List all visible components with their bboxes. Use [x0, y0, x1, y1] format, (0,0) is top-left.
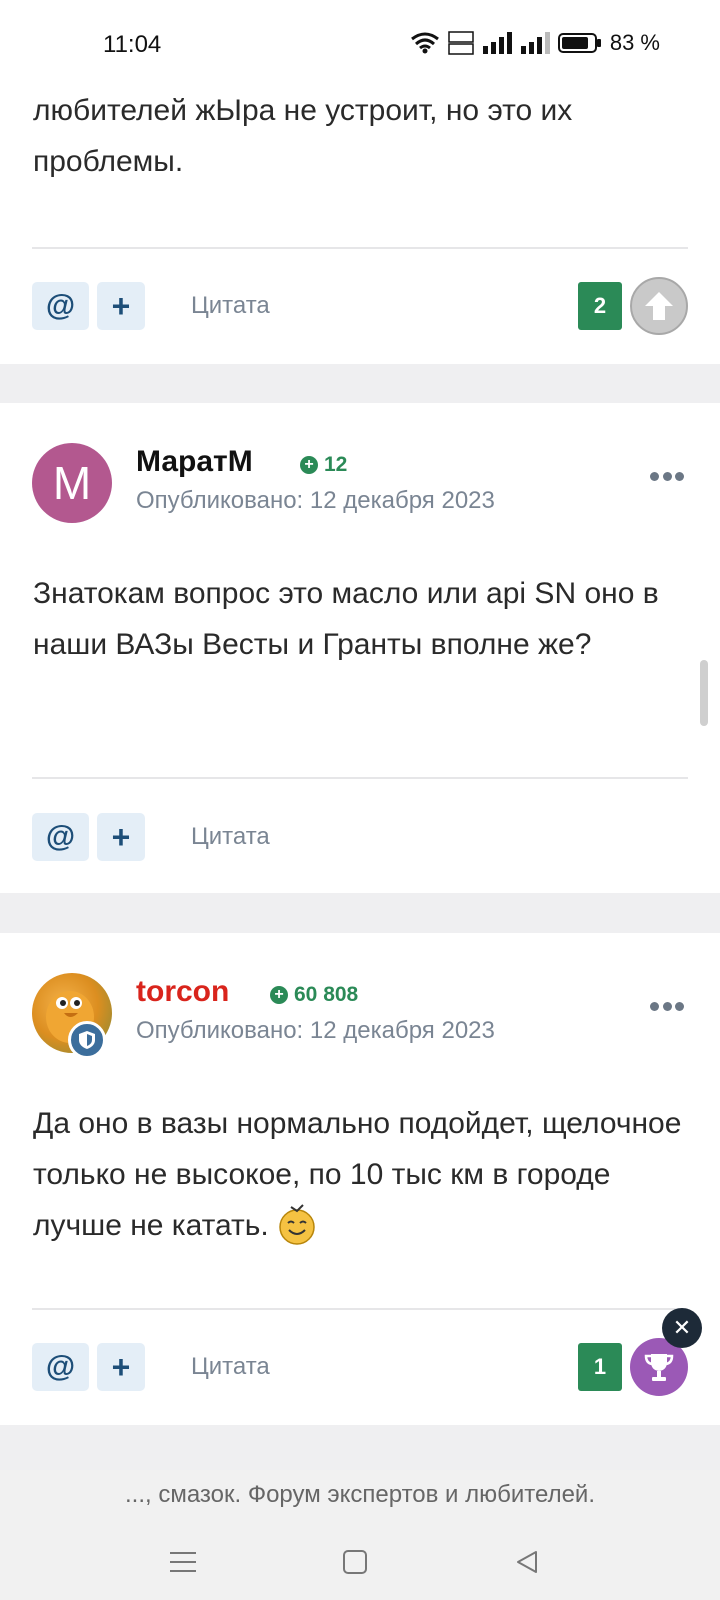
status-bar: 11:04 83 % — [0, 0, 720, 90]
author-reputation: + 12 — [300, 453, 347, 477]
mention-button[interactable]: @ — [32, 813, 89, 861]
wifi-icon — [410, 32, 439, 54]
post-body: Да оно в вазы нормально подойдет, щелочн… — [33, 1098, 693, 1251]
plus-circle-icon: + — [270, 986, 288, 1004]
post-card: M МаратМ + 12 Опубликовано: 12 декабря 2… — [0, 403, 720, 893]
multiquote-add-button[interactable]: + — [97, 282, 145, 330]
mention-button[interactable]: @ — [32, 1343, 89, 1391]
system-nav-bar — [0, 1520, 720, 1600]
quote-button[interactable]: Цитата — [191, 292, 270, 320]
back-triangle-icon — [517, 1551, 537, 1573]
quote-button[interactable]: Цитата — [191, 823, 270, 851]
square-icon — [343, 1550, 367, 1574]
smiley-emoji-icon — [279, 1204, 315, 1245]
status-time: 11:04 — [103, 31, 162, 58]
multiquote-add-button[interactable]: + — [97, 1343, 145, 1391]
menu-icon — [170, 1552, 196, 1572]
author-reputation-value: 60 808 — [294, 983, 359, 1006]
post-body: Знатокам вопрос это масло или api SN оно… — [33, 577, 659, 661]
status-icons: 83 % — [410, 30, 660, 56]
signal-icon-1 — [482, 32, 512, 54]
battery-icon — [557, 33, 601, 53]
author-reputation-value: 12 — [324, 453, 348, 476]
back-button[interactable] — [507, 1542, 547, 1582]
trophy-icon — [644, 1354, 674, 1381]
author-name[interactable]: МаратМ — [136, 445, 253, 479]
volte-icon — [448, 31, 474, 55]
post-actions: @ + Цитата — [32, 813, 688, 861]
scrollbar-thumb[interactable] — [700, 660, 708, 726]
page-title-banner: ..., смазок. Форум экспертов и любителей… — [0, 1470, 720, 1520]
post-card: torcon + 60 808 Опубликовано: 12 декабря… — [0, 933, 720, 1425]
author-row: M МаратМ + 12 Опубликовано: 12 декабря 2… — [32, 443, 692, 523]
upvote-button[interactable] — [630, 277, 688, 335]
post-actions: @ + Цитата 1 — [32, 1338, 688, 1396]
arrow-up-icon — [645, 292, 673, 320]
avatar[interactable]: M — [32, 443, 112, 523]
multiquote-add-button[interactable]: + — [97, 813, 145, 861]
battery-level: 83 % — [609, 30, 660, 55]
post-date: Опубликовано: 12 декабря 2023 — [136, 487, 495, 514]
reputation-count: 2 — [578, 282, 622, 330]
plus-circle-icon: + — [300, 456, 318, 474]
reputation-count: 1 — [578, 1343, 622, 1391]
signal-icon-2 — [520, 32, 550, 54]
close-icon: ✕ — [672, 1315, 692, 1340]
post-actions: @ + Цитата 2 — [32, 277, 688, 335]
post-body-text: Да оно в вазы нормально подойдет, щелочн… — [33, 1107, 682, 1242]
moderator-badge-icon — [68, 1021, 106, 1059]
author-name[interactable]: torcon — [136, 975, 229, 1009]
author-reputation: + 60 808 — [270, 983, 358, 1007]
close-button[interactable]: ✕ — [662, 1308, 702, 1348]
mention-button[interactable]: @ — [32, 282, 89, 330]
author-row: torcon + 60 808 Опубликовано: 12 декабря… — [32, 973, 692, 1059]
reputation-area: 1 — [578, 1338, 688, 1396]
reputation-area: 2 — [578, 277, 688, 335]
home-button[interactable] — [335, 1542, 375, 1582]
divider — [32, 777, 688, 779]
more-options-icon[interactable] — [650, 1001, 684, 1011]
more-options-icon[interactable] — [650, 471, 684, 481]
post-body: любителей жЫра не устроит, но это их про… — [33, 94, 573, 178]
post-date: Опубликовано: 12 декабря 2023 — [136, 1017, 495, 1044]
divider — [32, 1308, 688, 1310]
quote-button[interactable]: Цитата — [191, 1353, 270, 1381]
divider — [32, 247, 688, 249]
recent-apps-button[interactable] — [163, 1542, 203, 1582]
